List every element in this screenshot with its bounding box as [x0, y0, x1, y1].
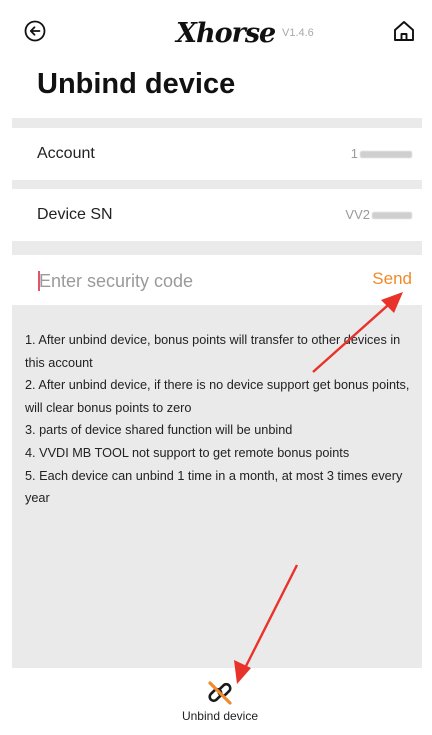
top-bar: Xhorse V1.4.6: [0, 0, 432, 62]
app-version: V1.4.6: [282, 27, 314, 39]
security-code-row: Send: [12, 255, 422, 305]
note-item: 3. parts of device shared function will …: [25, 423, 293, 438]
unlink-icon: [208, 681, 232, 705]
note-item: 1. After unbind device, bonus points wil…: [25, 333, 401, 370]
back-circle-icon[interactable]: [24, 20, 46, 42]
device-sn-label: Device SN: [37, 206, 113, 223]
brand-logo: Xhorse: [176, 18, 276, 49]
device-sn-row: Device SN VV2: [12, 189, 422, 241]
note-item: 4. VVDI MB TOOL not support to get remot…: [25, 445, 350, 460]
redacted-mask: [372, 212, 412, 220]
account-row: Account 1: [12, 128, 422, 180]
redacted-mask: [360, 151, 412, 159]
unbind-device-label: Unbind device: [181, 709, 259, 723]
account-value: 1: [351, 146, 412, 161]
account-label: Account: [37, 145, 95, 162]
security-code-input[interactable]: [39, 264, 339, 298]
account-value-text: 1: [350, 146, 358, 161]
note-item: 5. Each device can unbind 1 time in a mo…: [25, 468, 403, 506]
unbind-notes: 1. After unbind device, bonus points wil…: [25, 329, 410, 510]
page-title: Unbind device: [37, 68, 236, 100]
device-sn-value: VV2: [345, 207, 412, 222]
device-sn-value-text: VV2: [345, 207, 370, 222]
unbind-device-button[interactable]: Unbind device: [170, 678, 270, 730]
home-icon[interactable]: [392, 19, 416, 43]
send-code-button[interactable]: Send: [372, 269, 412, 289]
brand-header: Xhorse V1.4.6: [176, 18, 314, 49]
note-item: 2. After unbind device, if there is no d…: [25, 378, 410, 415]
